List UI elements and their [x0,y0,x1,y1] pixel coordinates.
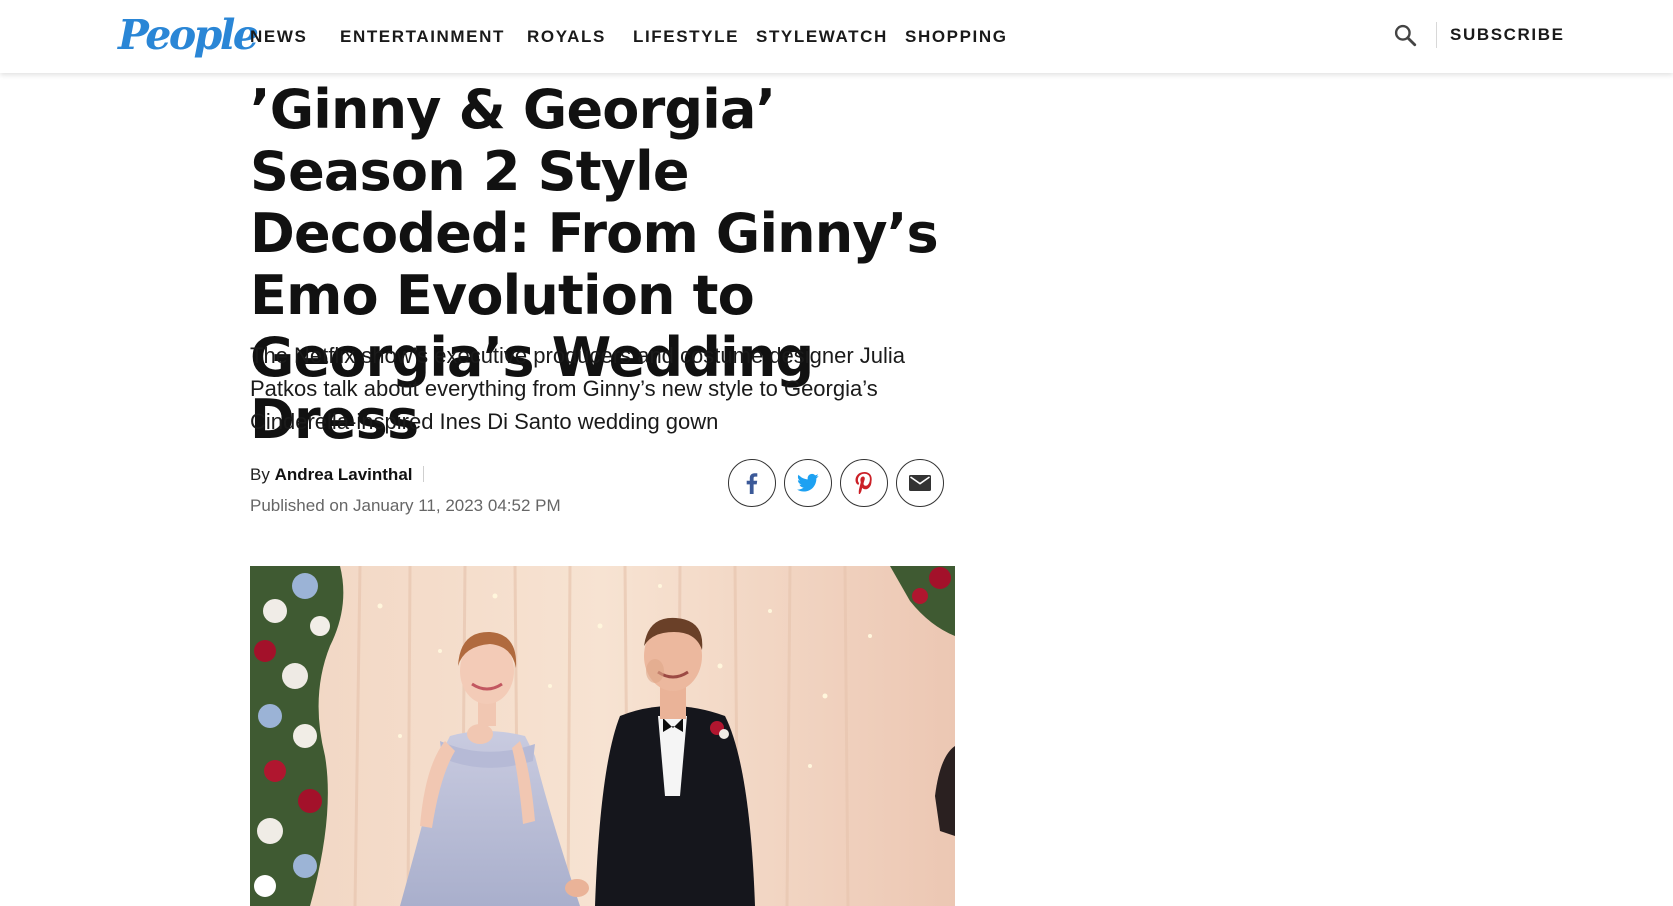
nav-news[interactable]: NEWS [250,24,307,50]
facebook-icon [746,473,758,494]
search-button[interactable] [1392,22,1418,48]
header-divider [1436,22,1437,48]
hero-image [250,566,955,906]
email-icon [909,475,931,491]
pinterest-icon [855,472,872,494]
byline: By Andrea Lavinthal [250,463,424,487]
byline-divider [422,466,424,482]
subscribe-link[interactable]: SUBSCRIBE [1450,22,1565,48]
nav-lifestyle[interactable]: LIFESTYLE [633,24,739,50]
wedding-photo [250,566,955,906]
nav-royals[interactable]: ROYALS [527,24,606,50]
byline-prefix: By [250,465,270,484]
share-pinterest-button[interactable] [840,459,888,507]
publish-date: Published on January 11, 2023 04:52 PM [250,496,561,515]
people-logo[interactable]: People [118,10,259,60]
share-email-button[interactable] [896,459,944,507]
share-twitter-button[interactable] [784,459,832,507]
nav-stylewatch[interactable]: STYLEWATCH [756,24,888,50]
share-facebook-button[interactable] [728,459,776,507]
twitter-icon [797,473,819,492]
article-dek: The Netflix show’s executive producers a… [250,343,906,434]
site-header: People NEWS ENTERTAINMENT ROYALS LIFESTY… [0,0,1673,73]
search-icon [1394,24,1417,47]
nav-shopping[interactable]: SHOPPING [905,24,1008,50]
nav-entertainment[interactable]: ENTERTAINMENT [340,24,505,50]
author-link[interactable]: Andrea Lavinthal [275,465,413,484]
